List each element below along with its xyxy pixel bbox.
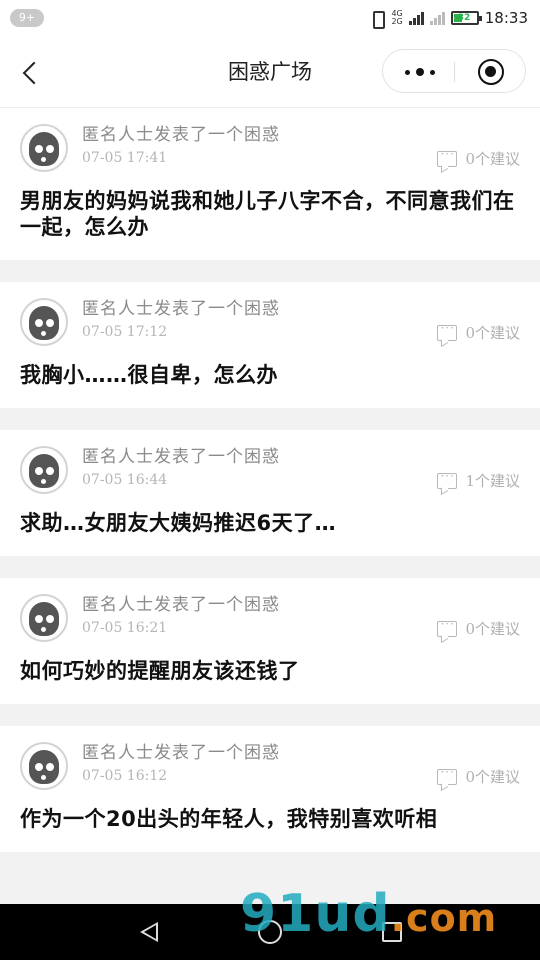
advice-count-label: 0个建议 [465, 768, 520, 786]
post-time: 07-05 17:12 [82, 324, 168, 340]
comment-icon [437, 321, 458, 341]
post-card[interactable]: 匿名人士发表了一个困惑 07-05 17:12 0个建议 我胸小……很自卑，怎么… [0, 282, 540, 408]
post-time: 07-05 17:41 [82, 150, 168, 166]
post-title[interactable]: 求助…女朋友大姨妈推迟6天了… [20, 510, 520, 536]
anonymous-avatar [20, 594, 68, 642]
post-author: 匿名人士发表了一个困惑 [82, 125, 280, 145]
post-card[interactable]: 匿名人士发表了一个困惑 07-05 16:44 1个建议 求助…女朋友大姨妈推迟… [0, 430, 540, 556]
status-icons: 4G 2G 32 18:33 [369, 6, 528, 30]
battery-icon: 32 [450, 11, 482, 25]
post-card[interactable]: 匿名人士发表了一个困惑 07-05 16:21 0个建议 如何巧妙的提醒朋友该还… [0, 578, 540, 704]
advice-count[interactable]: 0个建议 [437, 147, 520, 169]
post-card[interactable]: 匿名人士发表了一个困惑 07-05 16:12 0个建议 作为一个20出头的年轻… [0, 726, 540, 852]
comment-icon [437, 147, 458, 167]
post-author: 匿名人士发表了一个困惑 [82, 299, 280, 319]
post-title[interactable]: 作为一个20出头的年轻人，我特别喜欢听相 [20, 806, 520, 832]
advice-count-label: 0个建议 [465, 150, 520, 168]
system-back-icon[interactable] [140, 922, 158, 942]
advice-count-label: 1个建议 [465, 472, 520, 490]
comment-icon [437, 617, 458, 637]
battery-level: 32 [457, 13, 471, 23]
advice-count[interactable]: 0个建议 [437, 765, 520, 787]
signal-icon-secondary [429, 11, 445, 25]
post-time: 07-05 16:21 [82, 620, 168, 636]
advice-count-label: 0个建议 [465, 620, 520, 638]
post-author: 匿名人士发表了一个困惑 [82, 743, 280, 763]
advice-count[interactable]: 0个建议 [437, 321, 520, 343]
vibrate-icon [369, 10, 386, 29]
post-title[interactable]: 如何巧妙的提醒朋友该还钱了 [20, 658, 520, 684]
network-type-bottom: 2G [391, 17, 403, 26]
more-icon[interactable] [403, 62, 439, 82]
watermark-brand: 91ud [240, 884, 391, 944]
anonymous-avatar [20, 124, 68, 172]
post-title[interactable]: 男朋友的妈妈说我和她儿子八字不合，不同意我们在一起，怎么办 [20, 188, 520, 240]
advice-count[interactable]: 1个建议 [437, 469, 520, 491]
comment-icon [437, 469, 458, 489]
post-time: 07-05 16:44 [82, 472, 168, 488]
close-mini-program-icon[interactable] [478, 59, 504, 85]
comment-icon [437, 765, 458, 785]
mini-program-capsule [382, 49, 526, 93]
anonymous-avatar [20, 298, 68, 346]
notification-badge: 9+ [10, 9, 44, 27]
post-card[interactable]: 匿名人士发表了一个困惑 07-05 17:41 0个建议 男朋友的妈妈说我和她儿… [0, 108, 540, 260]
watermark-suffix: .com [390, 896, 498, 940]
capsule-divider [454, 62, 455, 82]
post-title[interactable]: 我胸小……很自卑，怎么办 [20, 362, 520, 388]
signal-icon [408, 11, 424, 25]
post-author: 匿名人士发表了一个困惑 [82, 595, 280, 615]
nav-bar: 困惑广场 [0, 36, 540, 108]
site-watermark: 91ud.com [240, 884, 497, 944]
advice-count[interactable]: 0个建议 [437, 617, 520, 639]
status-bar: 9+ 4G 2G 32 18:33 [0, 0, 540, 36]
post-feed[interactable]: 匿名人士发表了一个困惑 07-05 17:41 0个建议 男朋友的妈妈说我和她儿… [0, 108, 540, 904]
advice-count-label: 0个建议 [465, 324, 520, 342]
clock: 18:33 [484, 9, 528, 27]
anonymous-avatar [20, 446, 68, 494]
anonymous-avatar [20, 742, 68, 790]
network-type: 4G 2G [391, 10, 402, 26]
post-time: 07-05 16:12 [82, 768, 168, 784]
post-author: 匿名人士发表了一个困惑 [82, 447, 280, 467]
